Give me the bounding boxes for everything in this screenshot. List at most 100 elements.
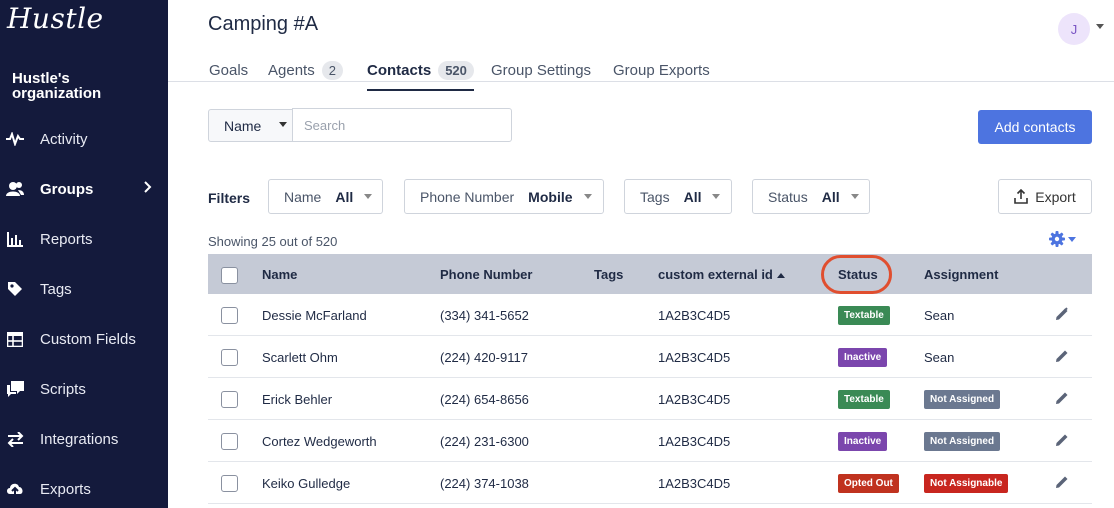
contact-phone: (224) 231-6300 — [440, 434, 529, 449]
chevron-right-icon — [144, 180, 152, 198]
caret-down-icon — [364, 194, 373, 199]
column-header-phone-number[interactable]: Phone Number — [440, 267, 532, 282]
table-row[interactable]: Scarlett Ohm (224) 420-9117 1A2B3C4D5 In… — [208, 336, 1092, 378]
tab-group-settings[interactable]: Group Settings — [491, 59, 591, 81]
sidebar-item-activity[interactable]: Activity — [0, 124, 168, 154]
caret-down-icon — [279, 122, 287, 127]
contact-phone: (224) 420-9117 — [440, 350, 528, 365]
search-input[interactable] — [292, 108, 512, 142]
activity-icon — [6, 130, 24, 148]
tab-group-exports[interactable]: Group Exports — [613, 59, 710, 81]
select-all-checkbox[interactable] — [221, 267, 238, 284]
contact-name[interactable]: Cortez Wedgeworth — [262, 434, 377, 449]
row-checkbox[interactable] — [221, 391, 238, 408]
assignment-badge: Not Assigned — [924, 390, 1001, 409]
assignment-badge: Not Assigned — [924, 432, 1001, 451]
contact-name[interactable]: Scarlett Ohm — [262, 350, 338, 365]
column-header-tags[interactable]: Tags — [594, 267, 623, 282]
sidebar-item-reports[interactable]: Reports — [0, 224, 168, 254]
sidebar-item-label: Tags — [40, 280, 72, 298]
filter-name[interactable]: Name All — [268, 179, 383, 214]
tab-goals[interactable]: Goals — [209, 59, 248, 81]
sidebar-item-label: Reports — [40, 230, 93, 248]
status-badge: Inactive — [838, 432, 888, 451]
tab-count-badge: 520 — [438, 60, 474, 80]
sidebar-item-label: Scripts — [40, 380, 86, 398]
sidebar-item-label: Activity — [40, 130, 88, 148]
sidebar-item-label: Groups — [40, 180, 94, 198]
filter-phone-number[interactable]: Phone Number Mobile — [404, 179, 604, 214]
tab-label: Goals — [209, 61, 249, 79]
sidebar-item-groups[interactable]: Groups — [0, 174, 168, 204]
table-row[interactable]: Erick Behler (224) 654-8656 1A2B3C4D5 Te… — [208, 378, 1092, 420]
row-checkbox[interactable] — [221, 475, 238, 492]
column-header-name[interactable]: Name — [262, 267, 297, 282]
organization-name[interactable]: Hustle's organization — [12, 71, 122, 101]
row-checkbox[interactable] — [221, 349, 238, 366]
row-checkbox[interactable] — [221, 433, 238, 450]
tab-label: Group Settings — [491, 61, 592, 79]
sidebar-item-exports[interactable]: Exports — [0, 474, 168, 504]
contact-external-id: 1A2B3C4D5 — [658, 392, 731, 407]
avatar[interactable]: J — [1058, 13, 1090, 45]
sort-ascending-icon — [776, 273, 785, 279]
tab-count-badge: 2 — [321, 60, 343, 80]
tab-bar: Goals Agents 2 Contacts 520 Group Settin… — [168, 50, 1114, 91]
filter-status[interactable]: Status All — [752, 179, 870, 214]
caret-down-icon — [712, 194, 721, 199]
contact-phone: (224) 654-8656 — [440, 392, 529, 407]
highlight-circle-annotation — [821, 255, 892, 294]
table-row[interactable]: Dessie McFarland (334) 341-5652 1A2B3C4D… — [208, 294, 1092, 336]
contact-external-id: 1A2B3C4D5 — [658, 350, 731, 365]
edit-icon[interactable] — [1055, 475, 1069, 494]
edit-icon[interactable] — [1055, 307, 1069, 326]
contact-name[interactable]: Dessie McFarland — [262, 308, 367, 323]
tab-label: Contacts — [367, 61, 432, 79]
contact-external-id: 1A2B3C4D5 — [658, 476, 731, 491]
upload-icon — [1014, 189, 1029, 204]
groups-icon — [6, 180, 24, 198]
sidebar-item-custom-fields[interactable]: Custom Fields — [0, 324, 168, 354]
status-badge: Textable — [838, 390, 890, 409]
status-badge: Opted Out — [838, 474, 899, 493]
contact-name[interactable]: Keiko Gulledge — [262, 476, 350, 491]
column-header-assignment[interactable]: Assignment — [924, 267, 998, 282]
tab-contacts[interactable]: Contacts 520 — [367, 59, 474, 91]
export-button[interactable]: Export — [998, 179, 1092, 214]
table-row[interactable]: Cortez Wedgeworth (224) 231-6300 1A2B3C4… — [208, 420, 1092, 462]
filters-label: Filters — [208, 190, 251, 206]
sidebar-item-label: Custom Fields — [40, 330, 136, 348]
sidebar: Hustle Hustle's organization Activity Gr… — [0, 0, 168, 508]
chevron-down-icon[interactable] — [1096, 24, 1104, 29]
sidebar-item-integrations[interactable]: Integrations — [0, 424, 168, 454]
status-badge: Textable — [838, 306, 890, 325]
gear-icon — [1049, 231, 1065, 247]
column-settings-button[interactable] — [1049, 231, 1076, 247]
caret-down-icon — [583, 194, 592, 199]
assignment-text: Sean — [924, 308, 955, 323]
sidebar-item-tags[interactable]: Tags — [0, 274, 168, 304]
row-checkbox[interactable] — [221, 307, 238, 324]
edit-icon[interactable] — [1055, 391, 1069, 410]
scripts-icon — [6, 380, 24, 398]
tag-icon — [6, 280, 24, 298]
contact-external-id: 1A2B3C4D5 — [658, 434, 731, 449]
edit-icon[interactable] — [1055, 433, 1069, 452]
contact-name[interactable]: Erick Behler — [262, 392, 332, 407]
add-contacts-button[interactable]: Add contacts — [978, 110, 1092, 144]
app-logo[interactable]: Hustle — [7, 2, 104, 35]
tab-label: Group Exports — [613, 61, 710, 79]
sidebar-item-scripts[interactable]: Scripts — [0, 374, 168, 404]
filter-tags[interactable]: Tags All — [624, 179, 732, 214]
integrations-icon — [6, 430, 24, 448]
sidebar-item-label: Exports — [40, 480, 91, 498]
table-row[interactable]: Keiko Gulledge (224) 374-1038 1A2B3C4D5 … — [208, 462, 1092, 504]
contact-external-id: 1A2B3C4D5 — [658, 308, 731, 323]
results-count: Showing 25 out of 520 — [208, 234, 338, 249]
search-field-select[interactable]: Name — [208, 109, 293, 142]
column-header-custom-external-id[interactable]: custom external id — [658, 267, 785, 282]
assignment-text: Sean — [924, 350, 955, 365]
edit-icon[interactable] — [1055, 349, 1069, 368]
tab-label: Agents — [268, 61, 315, 79]
tab-agents[interactable]: Agents 2 — [268, 59, 343, 81]
